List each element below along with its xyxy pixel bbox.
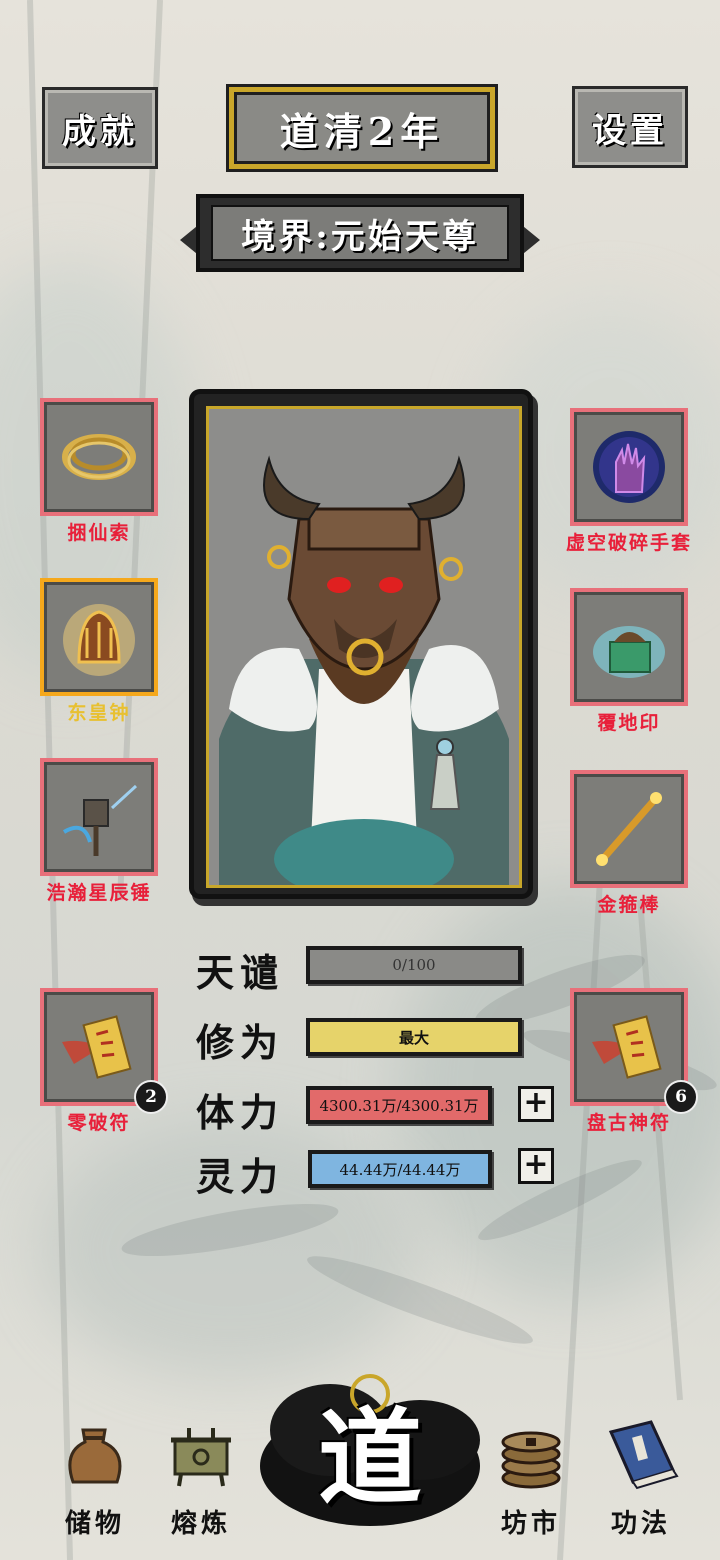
equip-slot-left-2[interactable]: 东皇钟 xyxy=(40,578,158,724)
seal-icon xyxy=(593,626,665,678)
spirit-value: 44.44万/44.44万 xyxy=(339,1160,461,1179)
character-portrait xyxy=(206,406,522,888)
bell-icon xyxy=(63,604,135,676)
page-title: 道清2年 xyxy=(279,108,445,154)
realm-banner: 境界:元始天尊 xyxy=(200,198,520,268)
equip-slot-right-2[interactable]: 覆地印 xyxy=(570,588,688,734)
glove-icon xyxy=(593,431,665,503)
cultivation-label: 修为 xyxy=(196,1020,285,1065)
staff-icon xyxy=(596,792,662,866)
nav-label: 坊市 xyxy=(500,1509,561,1539)
nav-label: 功法 xyxy=(610,1509,671,1539)
stamina-bar: 4300.31万/4300.31万 xyxy=(306,1086,492,1124)
spirit-plus-button[interactable]: + xyxy=(518,1148,554,1184)
talisman-name: 盘古神符 xyxy=(586,1112,671,1134)
nav-smelting[interactable]: 熔炼 xyxy=(156,1410,246,1540)
equip-name: 覆地印 xyxy=(597,712,661,734)
nav-techniques[interactable]: 功法 xyxy=(596,1410,686,1540)
year-title-plaque: 道清2年 xyxy=(234,92,490,164)
nav-market[interactable]: 坊市 xyxy=(486,1410,576,1540)
cultivation-value: 最大 xyxy=(398,1028,429,1047)
achievements-button[interactable]: 成就 xyxy=(42,87,158,169)
equip-slot-right-1[interactable]: 虚空破碎手套 xyxy=(566,408,690,554)
stamina-plus-button[interactable]: + xyxy=(518,1086,554,1122)
book-icon xyxy=(608,1420,679,1490)
realm-text: 境界:元始天尊 xyxy=(241,216,479,257)
talisman-icon xyxy=(62,1015,132,1079)
nav-dao-center[interactable]: 道 xyxy=(300,1378,440,1519)
talisman-name: 零破符 xyxy=(67,1112,131,1134)
coins-icon xyxy=(501,1431,561,1489)
achievements-label: 成就 xyxy=(62,111,138,152)
settings-label: 设置 xyxy=(592,110,668,151)
stamina-label: 体力 xyxy=(196,1090,285,1135)
tribulation-label: 天谴 xyxy=(196,950,285,995)
equip-name: 东皇钟 xyxy=(67,702,131,724)
spirit-bar: 44.44万/44.44万 xyxy=(308,1150,492,1188)
talisman-slot-left[interactable]: 2 零破符 xyxy=(40,988,168,1134)
talisman-icon xyxy=(592,1015,662,1079)
nav-label: 储物 xyxy=(64,1509,125,1539)
equip-name: 金箍棒 xyxy=(597,894,661,916)
realm-wing-left xyxy=(180,222,202,258)
tribulation-bar: 0/100 xyxy=(306,946,522,984)
nav-label: 熔炼 xyxy=(170,1509,231,1539)
nav-storage[interactable]: 储物 xyxy=(50,1410,140,1540)
hammer-icon xyxy=(62,784,138,856)
cauldron-icon xyxy=(171,1428,231,1487)
talisman-slot-right[interactable]: 6 盘古神符 xyxy=(570,988,698,1134)
equip-name: 浩瀚星辰锤 xyxy=(46,882,152,904)
equip-name: 捆仙索 xyxy=(67,522,131,544)
equip-slot-left-3[interactable]: 浩瀚星辰锤 xyxy=(40,758,158,904)
bull-demon-avatar xyxy=(219,455,509,885)
realm-wing-right xyxy=(518,222,540,258)
equip-slot-left-1[interactable]: 捆仙索 xyxy=(40,398,158,544)
settings-button[interactable]: 设置 xyxy=(572,86,688,168)
spirit-label: 灵力 xyxy=(196,1154,285,1199)
cultivation-bar: 最大 xyxy=(306,1018,522,1056)
character-portrait-frame xyxy=(194,394,528,894)
equip-name: 虚空破碎手套 xyxy=(565,532,692,554)
bag-icon xyxy=(68,1428,122,1484)
rope-icon xyxy=(62,434,136,480)
tribulation-value: 0/100 xyxy=(392,956,436,974)
equip-slot-right-3[interactable]: 金箍棒 xyxy=(570,770,688,916)
stamina-value: 4300.31万/4300.31万 xyxy=(319,1096,479,1115)
